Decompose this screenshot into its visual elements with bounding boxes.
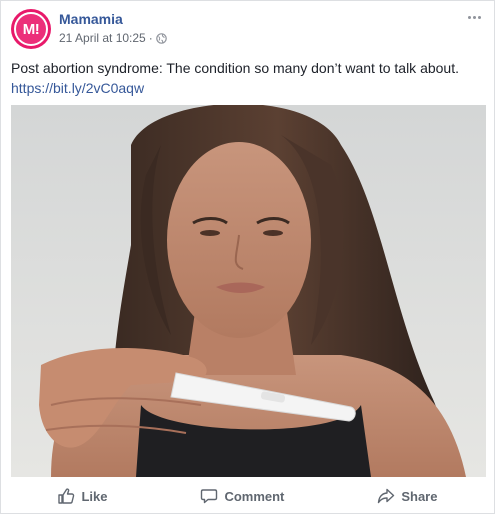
post-timestamp[interactable]: 21 April at 10:25: [59, 31, 146, 45]
photo-illustration: [11, 105, 486, 477]
avatar-logo: M!: [14, 12, 48, 46]
post-message: Post abortion syndrome: The condition so…: [11, 60, 459, 76]
post-link[interactable]: https://bit.ly/2vC0aqw: [11, 80, 144, 96]
comment-label: Comment: [224, 488, 285, 504]
thumbs-up-icon: [58, 488, 75, 504]
meta-separator: ·: [148, 31, 153, 45]
post-text: Post abortion syndrome: The condition so…: [11, 58, 480, 98]
post-image[interactable]: [11, 105, 486, 477]
like-button[interactable]: Like: [57, 487, 107, 505]
post-meta: 21 April at 10:25 ·: [59, 31, 167, 45]
post-header: M! Mamamia 21 April at 10:25 ·: [11, 9, 484, 49]
page-avatar[interactable]: M!: [11, 9, 51, 49]
share-icon: [378, 488, 395, 504]
feed-post: M! Mamamia 21 April at 10:25 · Post abor…: [0, 0, 495, 514]
share-button[interactable]: Share: [377, 487, 437, 505]
share-label: Share: [401, 488, 438, 504]
like-label: Like: [81, 488, 108, 504]
post-actions: Like Comment Share: [11, 479, 484, 513]
more-options-icon[interactable]: [464, 9, 484, 25]
comment-icon: [201, 489, 218, 504]
globe-icon[interactable]: [155, 32, 167, 44]
page-name-link[interactable]: Mamamia: [59, 11, 123, 27]
comment-button[interactable]: Comment: [200, 487, 284, 505]
